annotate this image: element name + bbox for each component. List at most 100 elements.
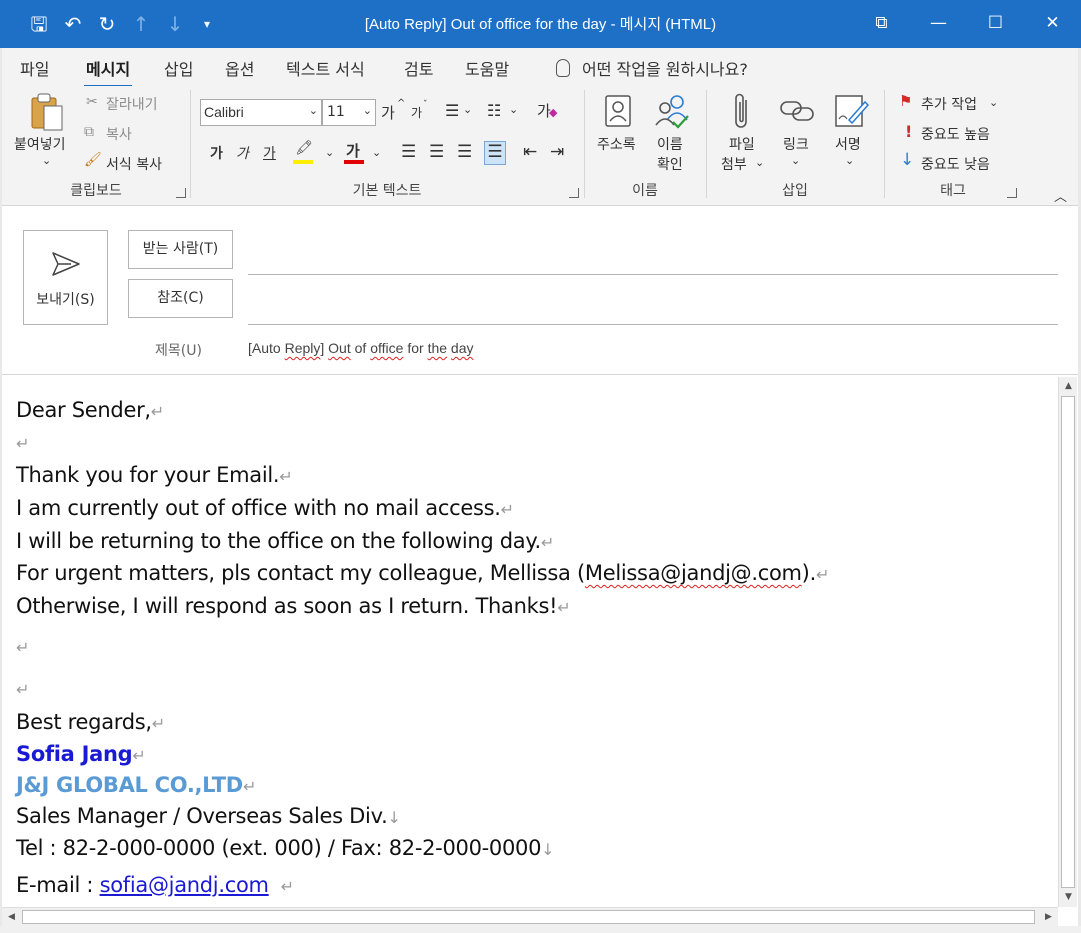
font-size-value: 11 (327, 104, 345, 120)
message-body[interactable]: Dear Sender,↵ ↵ Thank you for your Email… (2, 376, 1058, 906)
paste-icon[interactable] (30, 92, 66, 132)
attach-file-label-2[interactable]: 첨부 (721, 154, 747, 174)
format-painter-label[interactable]: 서식 복사 (106, 154, 162, 174)
window-controls: ⧉ — ☐ ✕ (853, 0, 1081, 48)
to-button[interactable]: 받는 사람(T) (128, 230, 233, 269)
send-button[interactable]: 보내기(S) (23, 230, 108, 325)
signature-title: Sales Manager / Overseas Sales Div. (16, 804, 388, 828)
signature-icon[interactable] (833, 92, 869, 130)
font-name-box[interactable]: Calibri ⌄ (200, 99, 322, 126)
low-importance-icon[interactable]: ↓ (900, 150, 914, 170)
high-importance-label[interactable]: 중요도 높음 (921, 124, 990, 144)
to-field[interactable] (248, 274, 1058, 275)
font-color-button[interactable]: 가 (342, 140, 368, 166)
attach-file-icon[interactable] (731, 92, 753, 132)
paragraph-mark: ↵ (280, 877, 294, 896)
shrink-font-button[interactable]: 가 (411, 104, 422, 121)
check-names-icon[interactable] (653, 92, 691, 130)
close-button[interactable]: ✕ (1024, 0, 1081, 48)
follow-up-label[interactable]: 추가 작업 (921, 94, 977, 114)
increase-indent-icon[interactable]: ⇥ (550, 142, 564, 162)
cc-button[interactable]: 참조(C) (128, 279, 233, 318)
tell-me-text: 어떤 작업을 원하시나요? (582, 60, 748, 79)
cut-label[interactable]: 잘라내기 (106, 94, 158, 114)
numbering-dropdown-icon[interactable]: ⌄ (509, 103, 518, 116)
attach-file-label-1[interactable]: 파일 (729, 134, 755, 154)
check-names-label-2[interactable]: 확인 (657, 154, 683, 174)
paste-dropdown-icon[interactable]: ⌄ (42, 154, 51, 167)
link-label[interactable]: 링크 (783, 134, 809, 154)
align-right-icon[interactable]: ☰ (457, 142, 472, 162)
bold-button[interactable]: 가 (210, 143, 223, 163)
link-dropdown-icon[interactable]: ⌄ (791, 154, 800, 167)
justify-icon[interactable]: ☰ (484, 141, 506, 165)
copy-icon[interactable]: ⧉ (84, 124, 94, 140)
signature-label[interactable]: 서명 (835, 134, 861, 154)
scroll-down-icon[interactable]: ▼ (1059, 888, 1078, 907)
tab-insert[interactable]: 삽입 (164, 56, 193, 80)
ribbon-tabs: 파일 메시지 삽입 옵션 텍스트 서식 검토 도움말 어떤 작업을 원하시나요? (0, 48, 1081, 88)
minimize-button[interactable]: — (910, 0, 967, 48)
paste-label[interactable]: 붙여넣기 (14, 134, 66, 154)
scroll-right-icon[interactable]: ▶ (1039, 908, 1058, 927)
tell-me-search[interactable]: 어떤 작업을 원하시나요? (556, 56, 748, 80)
collapse-ribbon-icon[interactable]: ︿ (1054, 186, 1067, 205)
bullets-dropdown-icon[interactable]: ⌄ (463, 103, 472, 116)
copy-label[interactable]: 복사 (106, 124, 132, 144)
scroll-up-icon[interactable]: ▲ (1059, 377, 1078, 396)
link-icon[interactable] (779, 96, 815, 126)
align-center-icon[interactable]: ☰ (429, 142, 444, 162)
highlight-dropdown-icon[interactable]: ⌄ (325, 146, 334, 159)
font-name-dropdown-icon[interactable]: ⌄ (309, 104, 318, 117)
address-book-icon[interactable] (603, 94, 633, 128)
address-book-label[interactable]: 주소록 (597, 134, 636, 154)
scroll-left-icon[interactable]: ◀ (2, 908, 21, 927)
follow-up-dropdown-icon[interactable]: ⌄ (989, 96, 998, 109)
signature-company: J&J GLOBAL CO.,LTD (16, 773, 243, 797)
tab-message[interactable]: 메시지 (83, 56, 133, 88)
tab-review[interactable]: 검토 (404, 56, 433, 80)
decrease-indent-icon[interactable]: ⇤ (523, 142, 537, 162)
tags-group: ⚑ 추가 작업 ⌄ ! 중요도 높음 ↓ 중요도 낮음 태그 (885, 86, 1021, 204)
tab-file[interactable]: 파일 (20, 56, 49, 80)
basic-text-launcher-icon[interactable] (569, 188, 579, 198)
format-painter-icon[interactable]: 🖌 (84, 152, 102, 168)
align-left-icon[interactable]: ☰ (401, 142, 416, 162)
vertical-scrollbar[interactable]: ▲ ▼ (1058, 377, 1077, 907)
highlight-color-swatch (293, 160, 313, 164)
follow-up-flag-icon[interactable]: ⚑ (899, 92, 912, 110)
numbering-icon[interactable]: ☷ (487, 101, 501, 120)
check-names-label-1[interactable]: 이름 (657, 134, 683, 154)
font-size-box[interactable]: 11 ⌄ (322, 99, 376, 126)
clipboard-group-label: 클립보드 (70, 183, 122, 199)
high-importance-icon[interactable]: ! (905, 122, 912, 141)
grow-font-button[interactable]: 가 (381, 102, 395, 123)
horizontal-scrollbar[interactable]: ◀ ▶ (2, 907, 1058, 926)
low-importance-label[interactable]: 중요도 낮음 (921, 154, 990, 174)
paragraph-mark: ↵ (500, 500, 514, 519)
ribbon-display-options-icon[interactable]: ⧉ (853, 0, 910, 48)
cut-icon[interactable]: ✂ (86, 94, 98, 110)
tags-launcher-icon[interactable] (1007, 188, 1017, 198)
clipboard-launcher-icon[interactable] (176, 188, 186, 198)
cc-field[interactable] (248, 324, 1058, 325)
bullets-icon[interactable]: ☰ (445, 101, 459, 120)
signature-dropdown-icon[interactable]: ⌄ (845, 154, 854, 167)
tab-options[interactable]: 옵션 (225, 56, 254, 80)
font-color-dropdown-icon[interactable]: ⌄ (372, 146, 381, 159)
font-size-dropdown-icon[interactable]: ⌄ (363, 104, 372, 117)
tab-format-text[interactable]: 텍스트 서식 (286, 56, 365, 80)
email-link[interactable]: sofia@jandj.com (100, 873, 269, 897)
italic-button[interactable]: 가 (236, 143, 249, 163)
attach-file-dropdown-icon[interactable]: ⌄ (755, 156, 764, 169)
underline-button[interactable]: 가 (263, 143, 276, 163)
maximize-button[interactable]: ☐ (967, 0, 1024, 48)
horizontal-scroll-thumb[interactable] (22, 910, 1035, 924)
highlight-button[interactable]: 🖍 (291, 140, 317, 166)
subject-field[interactable]: [Auto Reply] Out of office for the day (248, 340, 474, 356)
include-group-label: 삽입 (782, 183, 808, 199)
body-line: I will be returning to the office on the… (16, 529, 554, 553)
paragraph-mark: ↵ (557, 598, 571, 617)
tab-help[interactable]: 도움말 (465, 56, 509, 80)
vertical-scroll-thumb[interactable] (1061, 396, 1075, 888)
